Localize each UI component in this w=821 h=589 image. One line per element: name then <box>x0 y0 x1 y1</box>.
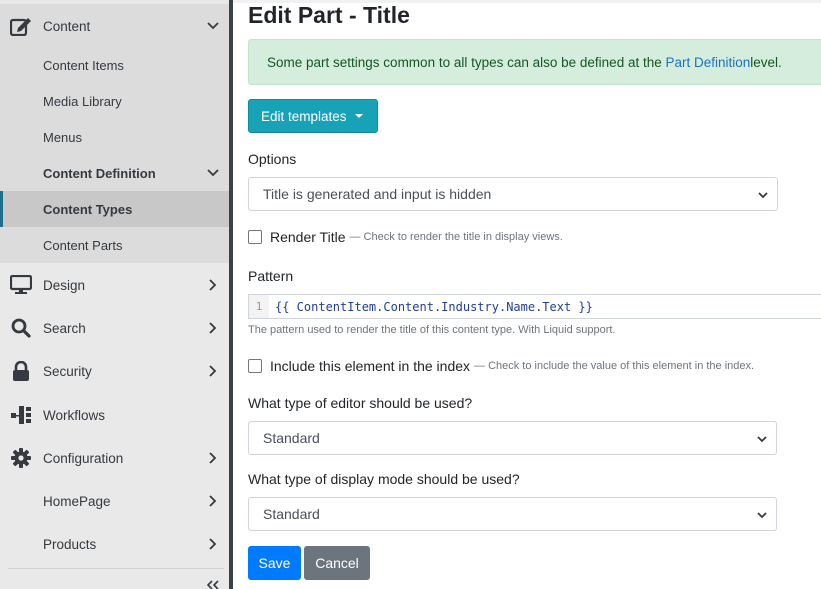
sidebar-item-content-items[interactable]: Content Items <box>0 47 229 83</box>
pattern-label: Pattern <box>248 268 294 284</box>
sidebar-item-security[interactable]: Security <box>0 349 229 393</box>
display-mode-value: Standard <box>263 506 320 522</box>
alert-text: Some part settings common to all types c… <box>267 54 662 70</box>
options-label: Options <box>248 151 297 167</box>
sidebar-item-homepage[interactable]: HomePage <box>0 479 229 523</box>
sidebar-item-label: Search <box>43 320 86 336</box>
render-title-row: Render Title — Check to render the title… <box>248 229 563 245</box>
sidebar-item-label: Content Types <box>43 201 133 217</box>
gear-icon <box>9 446 33 470</box>
sidebar-item-content-types[interactable]: Content Types <box>0 191 229 227</box>
sidebar-item-label: Content Items <box>43 57 124 73</box>
search-icon <box>9 316 33 340</box>
sidebar-item-label: Products <box>43 536 97 552</box>
chevron-right-icon[interactable] <box>207 365 219 377</box>
chevron-right-icon[interactable] <box>207 495 219 507</box>
edit-templates-label: Edit templates <box>261 108 347 124</box>
chevron-right-icon[interactable] <box>207 452 219 464</box>
sidebar-item-label: Security <box>43 363 92 379</box>
editor-type-label: What type of editor should be used? <box>248 395 473 411</box>
options-select[interactable]: Title is generated and input is hidden <box>248 177 778 211</box>
sidebar-item-label: Workflows <box>43 407 106 423</box>
chevron-down-icon[interactable] <box>207 20 219 32</box>
sidebar-item-label: Content <box>43 18 91 34</box>
pattern-help-text: The pattern used to render the title of … <box>248 324 616 336</box>
sidebar: Content Content Items Media Library Menu… <box>0 0 229 589</box>
index-label: Include this element in the index <box>270 358 471 374</box>
sidebar-item-label: Configuration <box>43 450 124 466</box>
save-button[interactable]: Save <box>248 546 301 580</box>
part-definition-link[interactable]: Part Definition <box>666 55 751 70</box>
sidebar-item-search[interactable]: Search <box>0 306 229 350</box>
editor-type-value: Standard <box>263 430 320 446</box>
sidebar-item-label: Media Library <box>43 93 122 109</box>
sidebar-item-content-parts[interactable]: Content Parts <box>0 227 229 263</box>
chevron-down-icon <box>756 432 768 444</box>
sidebar-divider <box>8 568 224 569</box>
edit-templates-button[interactable]: Edit templates <box>248 99 378 133</box>
sidebar-item-label: Design <box>43 277 86 293</box>
alert-text-end: level. <box>750 54 782 70</box>
display-mode-select[interactable]: Standard <box>248 497 777 531</box>
sidebar-item-configuration[interactable]: Configuration <box>0 436 229 480</box>
chevron-right-icon[interactable] <box>207 279 219 291</box>
monitor-icon <box>9 273 33 297</box>
index-checkbox[interactable] <box>248 359 262 373</box>
sidebar-item-content-definition[interactable]: Content Definition <box>0 155 229 191</box>
line-number: 1 <box>249 295 269 318</box>
pattern-code-editor[interactable]: 1 {{ ContentItem.Content.Industry.Name.T… <box>248 294 821 319</box>
lock-icon <box>9 359 33 383</box>
sidebar-item-products[interactable]: Products <box>0 522 229 566</box>
chevron-right-icon[interactable] <box>207 538 219 550</box>
render-title-hint: — Check to render the title in display v… <box>349 231 563 243</box>
pattern-code[interactable]: {{ ContentItem.Content.Industry.Name.Tex… <box>269 300 593 314</box>
info-alert: Some part settings common to all types c… <box>248 39 821 85</box>
page-title: Edit Part - Title <box>248 2 410 28</box>
collapse-sidebar-icon[interactable] <box>205 578 221 589</box>
sidebar-item-label: HomePage <box>43 493 111 509</box>
edit-icon <box>9 14 33 38</box>
workflow-icon <box>9 403 33 427</box>
options-value: Title is generated and input is hidden <box>263 186 492 202</box>
cancel-button[interactable]: Cancel <box>304 546 370 580</box>
chevron-down-icon <box>757 188 769 200</box>
main-content: Edit Part - Title Some part settings com… <box>233 0 821 589</box>
sidebar-item-content[interactable]: Content <box>0 4 229 48</box>
caret-down-icon <box>354 114 363 118</box>
display-mode-label: What type of display mode should be used… <box>248 471 520 487</box>
sidebar-item-label: Content Parts <box>43 237 123 253</box>
index-row: Include this element in the index — Chec… <box>248 358 754 374</box>
chevron-down-icon[interactable] <box>207 167 219 179</box>
render-title-checkbox[interactable] <box>248 230 262 244</box>
render-title-label: Render Title <box>270 229 346 245</box>
chevron-down-icon <box>756 508 768 520</box>
sidebar-item-media-library[interactable]: Media Library <box>0 83 229 119</box>
index-hint: — Check to include the value of this ele… <box>474 360 755 372</box>
sidebar-item-label: Menus <box>43 129 83 145</box>
sidebar-item-workflows[interactable]: Workflows <box>0 393 229 437</box>
chevron-right-icon[interactable] <box>207 322 219 334</box>
sidebar-item-menus[interactable]: Menus <box>0 119 229 155</box>
sidebar-item-design[interactable]: Design <box>0 263 229 307</box>
sidebar-item-label: Content Definition <box>43 165 156 181</box>
editor-type-select[interactable]: Standard <box>248 421 777 455</box>
